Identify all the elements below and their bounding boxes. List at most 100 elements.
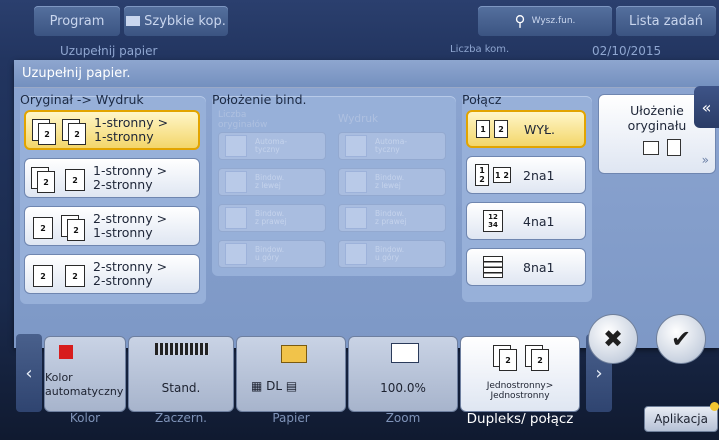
combine-off-icon: 1 2 <box>476 116 512 142</box>
density-scale-icon <box>155 343 209 355</box>
simplex-simplex-icon: 1 2 1 2 <box>32 115 94 145</box>
status-date: 02/10/2015 <box>592 44 662 58</box>
density-label: Zaczern. <box>155 411 207 425</box>
program-button[interactable]: Program <box>34 6 120 36</box>
ok-button[interactable]: ✔ <box>656 314 706 364</box>
original-output-panel: Oryginał -> Wydruk 1 2 1 2 1-stronny > 1… <box>20 92 206 304</box>
combine-panel: Połącz 1 2 WYŁ. 12 1 2 2na1 12 34 4na1 8… <box>462 92 592 302</box>
quick-copy-label: Szybkie kop. <box>144 13 226 29</box>
close-icon: ✖ <box>602 325 624 353</box>
left-binding-icon <box>345 171 367 193</box>
simplex-duplex-icon: 1 2 2 <box>31 163 93 193</box>
combine-off-button[interactable]: 1 2 WYŁ. <box>466 110 586 148</box>
combine-8in1-icon <box>475 254 511 280</box>
copy-icon <box>126 16 141 26</box>
orig-2-1-button[interactable]: 2 1 2 2-stronny > 1-stronny <box>24 206 200 246</box>
chevron-left-icon: ‹ <box>25 362 33 384</box>
combine-4in1-icon: 12 34 <box>475 208 511 234</box>
dialog-body: Oryginał -> Wydruk 1 2 1 2 1-stronny > 1… <box>14 88 719 348</box>
layout-portrait-icon <box>667 139 681 156</box>
out-binding-left-label: Bindow. z lewej <box>375 173 405 190</box>
out-binding-right-label: Bindow. z prawej <box>375 209 407 226</box>
combine-title: Połącz <box>462 92 502 107</box>
cancel-button[interactable]: ✖ <box>588 314 638 364</box>
combine-2in1-label: 2na1 <box>523 167 555 183</box>
program-label: Program <box>49 13 105 29</box>
density-tile[interactable]: Stand. <box>128 336 234 412</box>
application-label: Aplikacja <box>654 412 708 426</box>
duplex-simplex-icon: 2 1 2 <box>31 211 93 241</box>
paper-tile-value: ▦ DL ▤ <box>251 379 298 393</box>
duplex-label: Dupleks/ połącz <box>466 411 574 427</box>
orig-2-1-label: 2-stronny > 1-stronny <box>93 211 168 240</box>
double-left-arrow-icon: « <box>701 97 712 117</box>
top-binding-icon <box>225 243 247 265</box>
dialog-title: Uzupełnij papier. <box>14 60 719 88</box>
duplex-tile[interactable]: 1 2 1 2 Jednostronny> Jednostronny <box>460 336 580 412</box>
combine-2in1-button[interactable]: 12 1 2 2na1 <box>466 156 586 194</box>
orig-binding-auto-button: Automa- tyczny <box>218 132 326 160</box>
status-paper: Uzupełnij papier <box>60 44 158 58</box>
job-list-label: Lista zadań <box>628 13 704 29</box>
top-binding-icon <box>345 243 367 265</box>
orig-2-2-label: 2-stronny > 2-stronny <box>93 259 168 288</box>
layout-landscape-icon <box>643 141 659 155</box>
out-binding-right-button: Bindow. z prawej <box>338 204 446 232</box>
combine-8in1-button[interactable]: 8na1 <box>466 248 586 286</box>
zoom-tile-value: 100.0% <box>380 381 426 395</box>
out-binding-auto-button: Automa- tyczny <box>338 132 446 160</box>
zoom-tile[interactable]: 100.0% <box>348 336 458 412</box>
binding-panel: Położenie bind. Liczba oryginałów Wydruk… <box>212 92 456 276</box>
orig-binding-top-label: Bindow. u góry <box>255 245 285 262</box>
orig-2-2-button[interactable]: 2 2 2-stronny > 2-stronny <box>24 254 200 294</box>
combine-8in1-label: 8na1 <box>523 259 555 275</box>
scroll-left-button[interactable]: ‹ <box>16 334 42 412</box>
binding-orig-label: Liczba oryginałów <box>218 110 268 130</box>
application-button[interactable]: Aplikacja <box>644 406 718 432</box>
orig-binding-left-label: Bindow. z lewej <box>255 173 285 190</box>
zoom-label: Zoom <box>385 411 421 425</box>
combine-4in1-button[interactable]: 12 34 4na1 <box>466 202 586 240</box>
paper-tile-text: DL <box>266 379 283 393</box>
quick-copy-button[interactable]: Szybkie kop. <box>124 6 228 36</box>
envelope-icon <box>281 345 307 363</box>
orig-1-2-label: 1-stronny > 2-stronny <box>93 163 168 192</box>
color-tile[interactable]: Kolor automatyczny <box>44 336 126 412</box>
original-output-title: Oryginał -> Wydruk <box>20 92 144 107</box>
out-binding-auto-label: Automa- tyczny <box>375 137 408 154</box>
right-binding-icon <box>225 207 247 229</box>
indicator-dot <box>710 402 719 411</box>
search-function-button[interactable]: ⚲ Wysz.fun. <box>478 6 612 36</box>
binding-title: Położenie bind. <box>212 92 307 107</box>
density-tile-value: Stand. <box>161 381 201 395</box>
paper-tile[interactable]: ▦ DL ▤ <box>236 336 346 412</box>
search-label: Wysz.fun. <box>531 16 576 26</box>
orig-1-2-button[interactable]: 1 2 2 1-stronny > 2-stronny <box>24 158 200 198</box>
orig-1-1-label: 1-stronny > 1-stronny <box>94 115 169 144</box>
out-binding-top-button: Bindow. u góry <box>338 240 446 268</box>
orig-binding-left-button: Bindow. z lewej <box>218 168 326 196</box>
duplex-icon: 1 2 1 2 <box>493 343 553 371</box>
color-label: Kolor <box>69 411 101 425</box>
chevron-right-icon: › <box>595 362 603 384</box>
auto-binding-icon <box>225 135 247 157</box>
binding-out-label: Wydruk <box>338 113 379 125</box>
orig-1-1-button[interactable]: 1 2 1 2 1-stronny > 1-stronny <box>24 110 200 150</box>
duplex-tile-value: Jednostronny> Jednostronny <box>486 381 554 401</box>
orig-binding-auto-label: Automa- tyczny <box>255 137 288 154</box>
orig-binding-right-label: Bindow. z prawej <box>255 209 287 226</box>
job-list-button[interactable]: Lista zadań <box>616 6 716 36</box>
search-icon: ⚲ <box>514 12 526 30</box>
orig-binding-right-button: Bindow. z prawej <box>218 204 326 232</box>
combine-2in1-icon: 12 1 2 <box>475 162 511 188</box>
combine-off-label: WYŁ. <box>524 121 555 137</box>
right-binding-icon <box>345 207 367 229</box>
paper-label: Papier <box>272 411 310 425</box>
out-binding-left-button: Bindow. z lewej <box>338 168 446 196</box>
check-icon: ✔ <box>670 325 692 353</box>
collapse-panel-button[interactable]: « <box>694 86 719 128</box>
more-arrow-icon: » <box>701 153 709 167</box>
combine-4in1-label: 4na1 <box>523 213 555 229</box>
color-tile-value: Kolor automatyczny <box>45 371 124 398</box>
status-count: Liczba kom. <box>450 44 510 55</box>
